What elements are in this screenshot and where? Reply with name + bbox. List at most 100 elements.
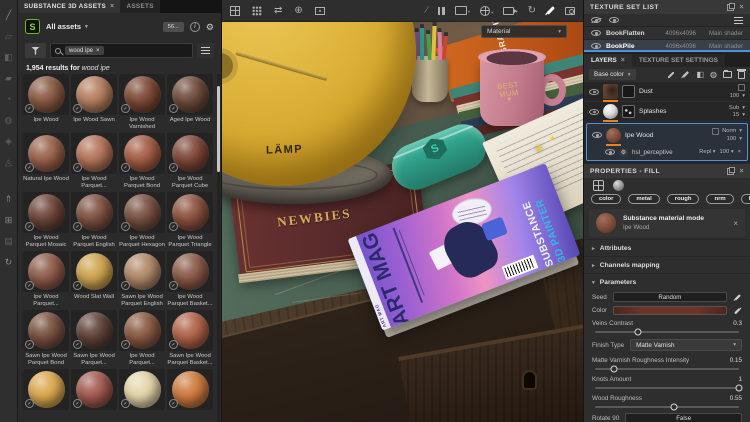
material-item[interactable]: ✓ Sawn Ipe Wood Parquet Bond (23, 310, 69, 369)
material-item[interactable]: ✓ Ipe Wood Parquet... (119, 310, 165, 369)
tab-assets[interactable]: ASSETS (120, 0, 160, 13)
tab-substance-3d-assets[interactable]: SUBSTANCE 3D ASSETS × (18, 0, 121, 13)
finish-type-dropdown[interactable]: Matte Varnish ▾ (630, 339, 742, 351)
eye-icon[interactable] (591, 43, 601, 49)
eye-icon[interactable] (605, 149, 615, 155)
slider-knob[interactable] (735, 384, 743, 392)
layer-thumbnail[interactable] (603, 84, 618, 102)
material-item[interactable]: ✓ Ipe Wood (23, 74, 69, 133)
material-item[interactable]: ✓ Ipe Wood Sawn (71, 74, 117, 133)
material-item[interactable]: ✓ Ipe Wood Parquet Cube (167, 133, 213, 192)
layer-opacity-dropdown[interactable]: 100 ▾ (730, 93, 745, 99)
tab-layers[interactable]: LAYERS × (584, 54, 632, 67)
material-item[interactable]: ✓ (119, 369, 165, 422)
eye-icon[interactable] (589, 108, 599, 115)
slider-knob[interactable] (634, 328, 642, 336)
chip-metal[interactable]: metal (628, 194, 660, 204)
material-item[interactable]: ✓ (23, 369, 69, 422)
material-item[interactable]: ✓ Ipe Wood Parquet English (71, 192, 117, 251)
eraser-tool-icon[interactable]: ▱ (3, 31, 14, 42)
layer-link-icon[interactable] (712, 127, 720, 135)
layer-blend-dropdown[interactable]: Norm ▾ (712, 127, 742, 135)
section-parameters[interactable]: ▾ Parameters (584, 273, 750, 290)
asset-filter-dropdown[interactable]: All assets ▾ (46, 22, 88, 31)
veins-contrast-slider[interactable] (595, 328, 739, 336)
layer-row-splashes[interactable]: Splashes Sub ▾ 15 ▾ (584, 102, 750, 122)
add-fill-layer-icon[interactable]: ◧ (696, 70, 704, 79)
frame-object-icon[interactable] (314, 6, 325, 15)
smudge-tool-icon[interactable]: ◔ (3, 94, 14, 105)
material-item[interactable]: ✓ Sawn Ipe Wood Parquet English (119, 251, 165, 310)
remove-material-icon[interactable]: × (733, 219, 738, 228)
texture-set-row[interactable]: BookFlatten 4096x4096 Main shader (584, 27, 750, 40)
eye-off-icon[interactable] (591, 17, 601, 23)
shader-material-dropdown[interactable]: Material ▾ (481, 25, 567, 38)
chip-height[interactable]: height (740, 194, 750, 204)
material-item[interactable]: ✓ (71, 369, 117, 422)
close-tab-icon[interactable]: × (110, 3, 114, 10)
particles-tool-icon[interactable]: ◬ (3, 157, 14, 168)
material-slot[interactable]: Substance material mode Ipe Wood × (589, 209, 745, 237)
effect-opacity-dropdown[interactable]: 100 ▾ (720, 149, 734, 155)
knots-amount-slider[interactable] (595, 384, 743, 392)
close-panel-icon[interactable]: × (740, 4, 745, 11)
tab-texture-set-settings[interactable]: TEXTURE SET SETTINGS (631, 54, 725, 67)
display-settings-icon[interactable]: ▤ (3, 236, 14, 247)
symmetry-icon[interactable]: ⇄ (274, 5, 282, 16)
export-icon[interactable]: ⇑ (3, 194, 14, 205)
eye-icon[interactable] (592, 132, 602, 138)
material-item[interactable]: ✓ Ipe Wood Parquet... (23, 251, 69, 310)
views-icon[interactable]: ⊞ (3, 215, 14, 226)
asset-count-badge[interactable]: 56... (162, 21, 184, 32)
wood-roughness-slider[interactable] (595, 403, 739, 411)
material-mode-icon[interactable] (613, 179, 624, 191)
search-tag[interactable]: wood ipe × (65, 46, 104, 55)
chip-nrm[interactable]: nrm (706, 194, 734, 204)
layer-blend-dropdown[interactable]: Sub ▾ (729, 105, 745, 111)
material-item[interactable]: ✓ Aged Ipe Wood (167, 74, 213, 133)
material-item[interactable]: ✓ Ipe Wood Parquet Hexagon (119, 192, 165, 251)
effect-row-hsl-perceptive[interactable]: ⚙ hsl_perceptive Repl ▾ 100 ▾ × (587, 146, 747, 160)
paint-tool-icon[interactable]: ╱ (3, 10, 14, 21)
undock-panel-icon[interactable] (726, 166, 735, 175)
chip-color[interactable]: color (591, 194, 622, 204)
material-item[interactable]: ✓ Ipe Wood Parquet... (71, 133, 117, 192)
layer-row-dust[interactable]: Dust 100 ▾ (584, 82, 750, 102)
close-tab-icon[interactable]: × (621, 57, 625, 64)
effect-gear-icon[interactable]: ⚙ (619, 147, 628, 157)
pause-engine-icon[interactable] (437, 6, 445, 15)
clone-tool-icon[interactable]: ◍ (3, 115, 14, 126)
eye-icon[interactable] (589, 88, 599, 95)
channel-filter-dropdown[interactable]: Base color ▾ (589, 69, 636, 80)
layer-opacity-dropdown[interactable]: 100 ▾ (727, 136, 742, 142)
filter-button[interactable] (25, 43, 46, 58)
environment-icon[interactable]: ▾ (480, 5, 493, 16)
layer-opacity-dropdown[interactable]: 15 ▾ (733, 112, 745, 118)
layer-mask-thumbnail[interactable] (622, 105, 635, 118)
3d-viewport-scene[interactable]: NEWBIES PHOTOGRAPHY BESTMUM♥ S ♥ ♥ (222, 22, 583, 422)
eyedropper-icon[interactable] (733, 307, 742, 314)
slider-knob[interactable] (670, 403, 678, 411)
material-item[interactable]: ✓ Natural Ipe Wood (23, 133, 69, 192)
fill-projection-icon[interactable] (593, 179, 604, 191)
material-item[interactable]: ✓ Ipe Wood Parquet Mosaic (23, 192, 69, 251)
material-item[interactable]: ✓ Sawn Ipe Wood Parquet Basket... (167, 310, 213, 369)
material-item[interactable]: ✓ (167, 369, 213, 422)
pivot-icon[interactable]: ⊕ (294, 5, 302, 16)
sort-button[interactable] (197, 43, 214, 58)
close-panel-icon[interactable]: × (740, 168, 745, 175)
display-mode-icon[interactable]: ▾ (454, 6, 470, 15)
slider-knob[interactable] (610, 365, 618, 373)
material-item[interactable]: ✓ Ipe Wood Varnished (119, 74, 165, 133)
undock-panel-icon[interactable] (726, 2, 735, 11)
material-picker-tool-icon[interactable]: ◈ (3, 136, 14, 147)
scrollbar-thumb[interactable] (217, 86, 220, 172)
material-item[interactable]: ✓ Wood Slat Wall (71, 251, 117, 310)
rotate-90-toggle[interactable]: False (625, 413, 742, 422)
seed-random-button[interactable]: Random (612, 292, 727, 302)
add-effect-icon[interactable] (667, 70, 675, 79)
add-folder-icon[interactable] (723, 69, 732, 78)
eye-icon[interactable] (609, 17, 619, 23)
gear-icon[interactable]: ⚙ (206, 22, 214, 32)
layer-link-icon[interactable] (738, 84, 745, 92)
